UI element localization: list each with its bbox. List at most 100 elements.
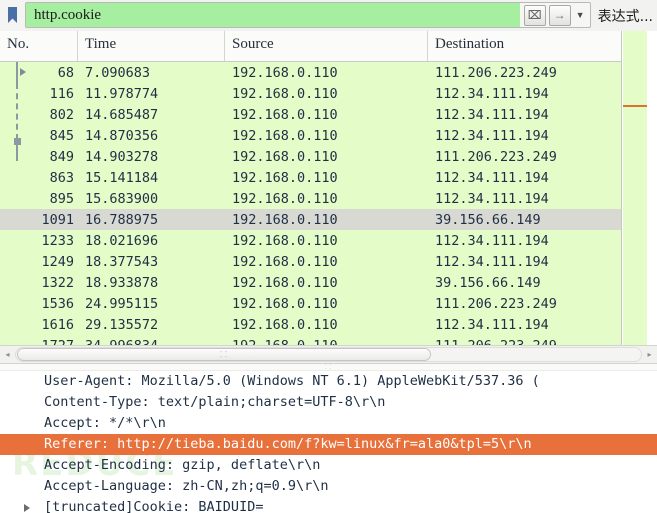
cell-destination: 111.206.223.249 — [435, 64, 557, 81]
apply-filter-icon[interactable]: → — [548, 4, 571, 26]
http-header-line[interactable]: Content-Type: text/plain;charset=UTF-8\r… — [0, 392, 657, 413]
table-row[interactable]: 849 14.903278 192.168.0.110 111.206.223.249 — [0, 146, 621, 167]
clear-filter-icon[interactable]: ⌧ — [523, 4, 546, 26]
http-header-text: Accept-Encoding: gzip, deflate\r\n — [44, 457, 321, 473]
table-row[interactable]: 895 15.683900 192.168.0.110 112.34.111.194 — [0, 188, 621, 209]
packet-list-horizontal-scrollbar[interactable]: ◂ ⸬ ▸ — [0, 345, 657, 364]
display-filter-input[interactable]: http.cookie — [26, 7, 101, 24]
http-header-line[interactable]: Accept: */*\r\n — [0, 413, 657, 434]
cell-time: 16.788975 — [85, 211, 159, 228]
window-edge-filler — [647, 31, 657, 345]
cell-source: 192.168.0.110 — [232, 190, 338, 207]
http-header-lines: User-Agent: Mozilla/5.0 (Windows NT 6.1)… — [0, 371, 657, 513]
cell-time: 15.141184 — [85, 169, 159, 186]
cell-no: 1322 — [41, 274, 74, 291]
cell-source: 192.168.0.110 — [232, 148, 338, 165]
chevron-down-icon[interactable]: ▼ — [574, 6, 587, 25]
cell-time: 34.996834 — [78, 338, 225, 346]
cell-source: 192.168.0.110 — [232, 127, 338, 144]
scroll-left-arrow-icon[interactable]: ◂ — [0, 346, 15, 363]
cell-source: 192.168.0.110 — [232, 211, 338, 228]
cell-no: 895 — [49, 190, 74, 207]
cell-time: 24.995115 — [85, 295, 159, 312]
cell-time: 18.933878 — [85, 274, 159, 291]
column-header-destination[interactable]: Destination — [428, 31, 621, 61]
http-header-line[interactable]: [truncated]Cookie: BAIDUID= — [0, 497, 657, 513]
cell-time: 14.870356 — [85, 127, 159, 144]
cell-source: 192.168.0.110 — [232, 295, 338, 312]
table-row[interactable]: 1616 29.135572 192.168.0.110 112.34.111.194 — [0, 314, 621, 335]
cell-destination: 111.206.223.249 — [428, 338, 621, 346]
http-header-text: Accept-Language: zh-CN,zh;q=0.9\r\n — [44, 478, 329, 494]
cell-source: 192.168.0.110 — [232, 106, 338, 123]
cell-destination: 111.206.223.249 — [435, 295, 557, 312]
cell-destination: 112.34.111.194 — [435, 190, 549, 207]
display-filter-input-area[interactable]: http.cookie — [26, 3, 520, 27]
column-header-source[interactable]: Source — [225, 31, 428, 61]
http-header-line[interactable]: Referer: http://tieba.baidu.com/f?kw=lin… — [0, 434, 657, 455]
cell-source: 192.168.0.110 — [232, 169, 338, 186]
cell-no: 845 — [49, 127, 74, 144]
table-row[interactable]: 1233 18.021696 192.168.0.110 112.34.111.194 — [0, 230, 621, 251]
scrollbar-thumb[interactable]: ⸬ — [17, 348, 431, 361]
cell-destination: 112.34.111.194 — [435, 127, 549, 144]
http-header-line[interactable]: User-Agent: Mozilla/5.0 (Windows NT 6.1)… — [0, 371, 657, 392]
table-row[interactable]: 1322 18.933878 192.168.0.110 39.156.66.149 — [0, 272, 621, 293]
scrollbar-track[interactable]: ⸬ — [15, 347, 642, 362]
table-row[interactable]: 1091 16.788975 192.168.0.110 39.156.66.149 — [0, 209, 621, 230]
cell-source: 192.168.0.110 — [232, 253, 338, 270]
cell-time: 18.377543 — [85, 253, 159, 270]
display-filter-toolbar: http.cookie ⌧ → ▼ 表达式... — [0, 0, 657, 31]
cell-time: 14.685487 — [85, 106, 159, 123]
cell-destination: 112.34.111.194 — [435, 85, 549, 102]
packet-list-rows: 68 7.090683 192.168.0.110 111.206.223.249 11… — [0, 62, 621, 345]
table-row[interactable]: 1249 18.377543 192.168.0.110 112.34.111.194 — [0, 251, 621, 272]
cell-destination: 112.34.111.194 — [435, 169, 549, 186]
table-row[interactable]: 116 11.978774 192.168.0.110 112.34.111.194 — [0, 83, 621, 104]
display-filter-buttons: ⌧ → ▼ — [519, 3, 590, 27]
table-row[interactable]: 863 15.141184 192.168.0.110 112.34.111.194 — [0, 167, 621, 188]
cell-source: 192.168.0.110 — [232, 316, 338, 333]
packet-list-header: No. Time Source Destination — [0, 31, 621, 62]
cell-no: 1091 — [41, 211, 74, 228]
packet-list-right-strip — [623, 31, 647, 345]
cell-time: 7.090683 — [85, 64, 151, 81]
http-header-line[interactable]: Accept-Encoding: gzip, deflate\r\n — [0, 455, 657, 476]
cell-time: 18.021696 — [85, 232, 159, 249]
packet-list-pane[interactable]: No. Time Source Destination 68 7.090683 19… — [0, 31, 622, 345]
cell-no: 1536 — [41, 295, 74, 312]
accent-divider-line — [623, 105, 647, 107]
pane-resize-grip[interactable]: ⸬ — [0, 364, 657, 371]
cell-no: 1727 — [0, 338, 78, 346]
cell-source: 192.168.0.110 — [232, 274, 338, 291]
cell-time: 15.683900 — [85, 190, 159, 207]
display-filter-field[interactable]: http.cookie ⌧ → ▼ — [25, 2, 591, 28]
cell-no: 802 — [49, 106, 74, 123]
cell-destination: 112.34.111.194 — [435, 106, 549, 123]
cell-no: 849 — [49, 148, 74, 165]
table-row[interactable]: 802 14.685487 192.168.0.110 112.34.111.194 — [0, 104, 621, 125]
cell-destination: 111.206.223.249 — [435, 148, 557, 165]
http-header-line[interactable]: Accept-Language: zh-CN,zh;q=0.9\r\n — [0, 476, 657, 497]
cell-source: 192.168.0.110 — [225, 338, 428, 346]
bookmark-glyph — [8, 7, 17, 23]
cell-no: 863 — [49, 169, 74, 186]
expand-triangle-icon[interactable] — [24, 504, 30, 512]
column-header-time[interactable]: Time — [78, 31, 225, 61]
cell-time: 11.978774 — [85, 85, 159, 102]
cell-source: 192.168.0.110 — [232, 64, 338, 81]
cell-no: 1616 — [41, 316, 74, 333]
cell-destination: 112.34.111.194 — [435, 253, 549, 270]
scroll-right-arrow-icon[interactable]: ▸ — [642, 346, 657, 363]
packet-detail-pane[interactable]: ⸬ REDUCE User-Agent: Mozilla/5.0 (Window… — [0, 364, 657, 513]
table-row[interactable]: 172734.996834192.168.0.110111.206.223.24… — [0, 335, 621, 345]
filter-expression-button[interactable]: 表达式... — [591, 0, 657, 31]
http-header-text: [truncated]Cookie: BAIDUID= — [44, 499, 264, 513]
column-header-no[interactable]: No. — [0, 31, 78, 61]
cell-no: 1233 — [41, 232, 74, 249]
table-row[interactable]: 845 14.870356 192.168.0.110 112.34.111.194 — [0, 125, 621, 146]
cell-destination: 39.156.66.149 — [435, 274, 541, 291]
table-row[interactable]: 1536 24.995115 192.168.0.110 111.206.223.24… — [0, 293, 621, 314]
bookmark-icon[interactable] — [0, 0, 25, 31]
table-row[interactable]: 68 7.090683 192.168.0.110 111.206.223.249 — [0, 62, 621, 83]
